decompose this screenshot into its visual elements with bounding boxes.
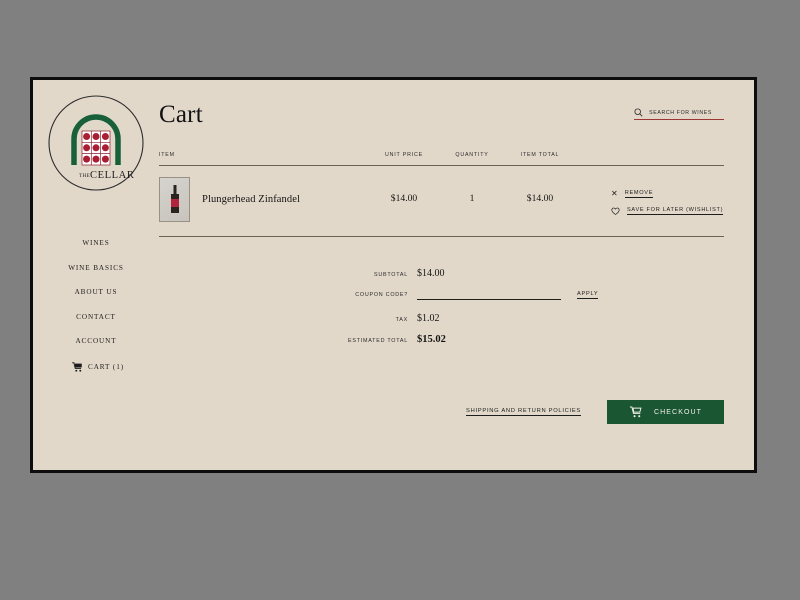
subtotal-value: $14.00 [417, 268, 445, 279]
subtotal-label: Subtotal [374, 272, 408, 278]
sidebar-item-account[interactable]: Account [33, 337, 159, 345]
brand-name-prefix: THE [79, 173, 90, 179]
column-header-item-total: Item Total [520, 152, 560, 158]
wine-cellar-arch-logo: THE CELLAR [48, 95, 144, 191]
shipping-return-policies-link[interactable]: Shipping and Return Policies [466, 408, 581, 416]
shopping-cart-icon [72, 361, 82, 372]
sidebar-item-cart-label: Cart (1) [88, 362, 124, 371]
wine-bottle-thumbnail[interactable] [159, 176, 190, 222]
storefront-page: THE CELLAR Wines Wine Basics About Us Co… [30, 77, 757, 473]
sidebar: THE CELLAR Wines Wine Basics About Us Co… [33, 80, 159, 470]
cart-item-quantity[interactable]: 1 [441, 177, 503, 204]
sidebar-item-contact[interactable]: Contact [33, 313, 159, 321]
remove-item-button[interactable]: ✕ Remove [611, 188, 724, 198]
cart-table: Item Unit Price Quantity Item Total [159, 152, 724, 237]
brand-logo[interactable]: THE CELLAR [44, 91, 148, 195]
column-header-unit-price: Unit Price [385, 152, 423, 158]
apply-coupon-button[interactable]: Apply [577, 291, 599, 299]
save-for-later-button[interactable]: Save for Later (Wishlist) [611, 207, 724, 215]
cart-item-total: $14.00 [526, 192, 554, 204]
coupon-row: Coupon Code? Apply [159, 289, 724, 300]
cart-item-name[interactable]: Plungerhead Zinfandel [202, 194, 300, 205]
table-row: Plungerhead Zinfandel $14.00 1 $14.00 ✕ … [159, 166, 724, 236]
sidebar-item-about-us[interactable]: About Us [33, 288, 159, 296]
estimated-total-label: Estimated Total [348, 338, 408, 344]
sidebar-item-wines[interactable]: Wines [33, 239, 159, 247]
cart-footer-actions: Shipping and Return Policies Checkout [466, 400, 724, 424]
sidebar-item-wine-basics[interactable]: Wine Basics [33, 264, 159, 272]
order-totals: Subtotal $14.00 Coupon Code? Apply Tax $… [159, 268, 724, 355]
checkout-button[interactable]: Checkout [607, 400, 724, 424]
tax-row: Tax $1.02 [159, 313, 724, 324]
sidebar-item-cart[interactable]: Cart (1) [33, 361, 159, 372]
close-x-icon: ✕ [611, 188, 618, 198]
column-header-quantity: Quantity [455, 152, 489, 158]
tax-label: Tax [395, 317, 408, 323]
main-content: Cart Search for Wines Item Unit Price Qu… [159, 80, 754, 470]
coupon-code-input[interactable] [417, 289, 561, 300]
shopping-cart-icon [629, 406, 642, 418]
search-icon [634, 108, 643, 117]
tax-value: $1.02 [417, 313, 440, 324]
cart-item-unit-price: $14.00 [390, 192, 418, 204]
search-box[interactable]: Search for Wines [634, 108, 724, 120]
column-header-item: Item [159, 152, 175, 158]
cart-item-cell: Plungerhead Zinfandel [159, 176, 367, 222]
heart-icon [611, 207, 620, 215]
remove-item-label: Remove [624, 189, 654, 198]
sidebar-nav: Wines Wine Basics About Us Contact Accou… [33, 239, 159, 372]
cart-table-header: Item Unit Price Quantity Item Total [159, 152, 724, 165]
coupon-code-label: Coupon Code? [355, 291, 408, 298]
checkout-button-label: Checkout [653, 408, 703, 416]
table-footer-divider [159, 235, 724, 237]
search-input[interactable]: Search for Wines [649, 110, 724, 116]
content-header: Cart Search for Wines [159, 80, 754, 144]
cart-item-actions: ✕ Remove Save for Later (Wishlist) [577, 177, 724, 224]
page-title: Cart [159, 101, 203, 128]
estimated-total-row: Estimated Total $15.02 [159, 334, 724, 345]
estimated-total-value: $15.02 [417, 334, 446, 345]
save-for-later-label: Save for Later (Wishlist) [627, 206, 724, 215]
subtotal-row: Subtotal $14.00 [159, 268, 724, 279]
brand-name: CELLAR [90, 170, 134, 181]
